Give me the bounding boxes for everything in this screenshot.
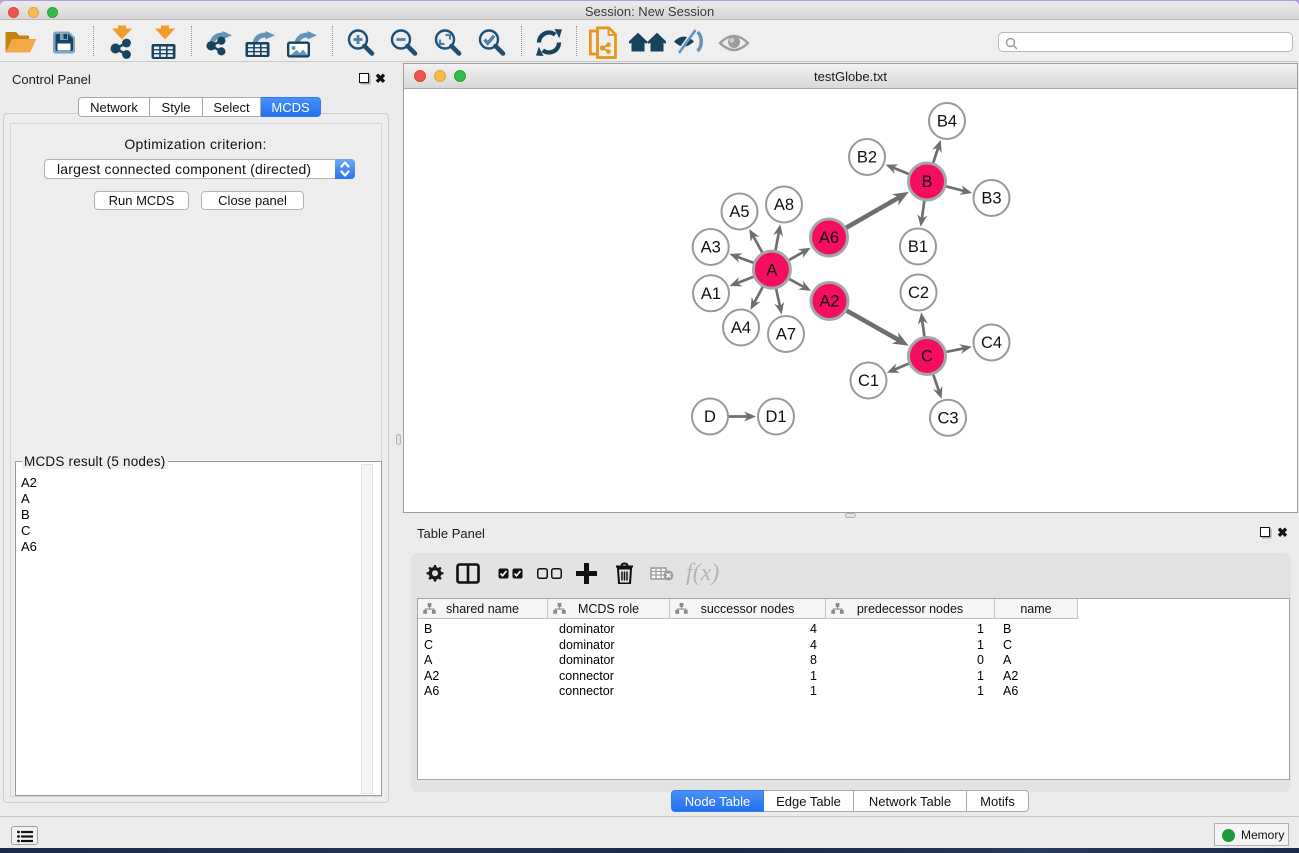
svg-text:C3: C3 xyxy=(937,410,958,428)
svg-text:A4: A4 xyxy=(731,319,751,337)
svg-text:A1: A1 xyxy=(701,285,721,303)
svg-text:A3: A3 xyxy=(701,239,721,257)
svg-text:B: B xyxy=(921,173,932,191)
svg-text:B4: B4 xyxy=(937,113,957,131)
svg-text:A7: A7 xyxy=(776,326,796,344)
svg-text:C2: C2 xyxy=(908,284,929,302)
svg-text:B2: B2 xyxy=(857,149,877,167)
svg-text:B1: B1 xyxy=(908,238,928,256)
svg-text:A: A xyxy=(766,261,777,279)
svg-text:B3: B3 xyxy=(981,190,1001,208)
svg-text:C1: C1 xyxy=(858,372,879,390)
svg-text:D1: D1 xyxy=(765,408,786,426)
svg-text:A6: A6 xyxy=(819,229,839,247)
svg-text:C4: C4 xyxy=(981,334,1002,352)
svg-text:D: D xyxy=(704,408,716,426)
svg-text:A8: A8 xyxy=(774,196,794,214)
svg-text:A2: A2 xyxy=(819,293,839,311)
svg-text:A5: A5 xyxy=(729,203,749,221)
svg-text:C: C xyxy=(921,348,933,366)
